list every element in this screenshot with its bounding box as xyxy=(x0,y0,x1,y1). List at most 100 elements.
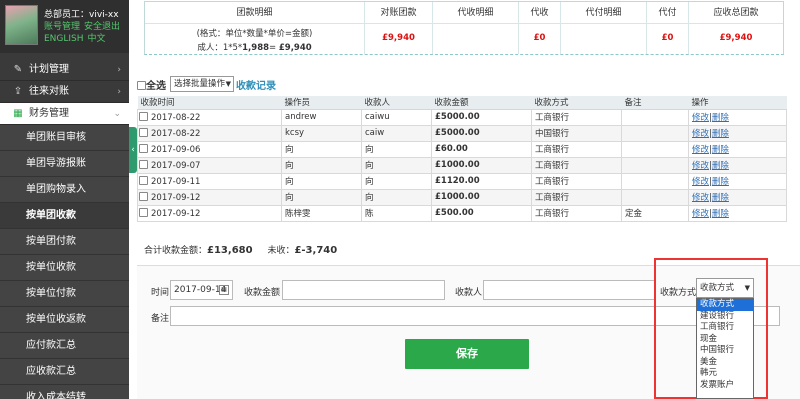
delete-link[interactable]: 删除 xyxy=(712,177,729,187)
payee-cell: 陈 xyxy=(361,204,432,222)
dropdown-option[interactable]: 收款方式 xyxy=(697,299,753,311)
select-all-checkbox[interactable] xyxy=(137,81,146,90)
table-row: 2017-08-22 kcsy caiw £5000.00 中国银行 修改|删除 xyxy=(137,124,787,142)
amount-cell: £1000.00 xyxy=(431,188,532,206)
col-header: 收款金额 xyxy=(431,96,532,110)
delete-link[interactable]: 删除 xyxy=(712,209,729,219)
user-box: 总部员工：vivi-xx 账号管理 安全退出 ENGLISH 中文 xyxy=(0,0,129,53)
amount-input[interactable] xyxy=(282,280,445,300)
summary-header: 代收 xyxy=(519,2,560,24)
payee-input[interactable] xyxy=(483,280,655,300)
chevron-right-icon: › xyxy=(117,87,121,97)
dropdown-option[interactable]: 建设银行 xyxy=(697,311,753,323)
edit-link[interactable]: 修改 xyxy=(692,209,709,219)
row-checkbox[interactable] xyxy=(139,159,148,169)
date-cell: 2017-09-12 xyxy=(137,188,282,206)
menu-finance[interactable]: ▦ 财务管理 ⌄ xyxy=(0,103,129,125)
summary-collect-detail-col: 代收明细 xyxy=(433,2,519,54)
summary-header: 团款明细 xyxy=(145,2,364,24)
delete-link[interactable]: 删除 xyxy=(712,113,729,123)
menu-plan-label: 计划管理 xyxy=(29,64,69,75)
money-icon: ▦ xyxy=(13,108,23,119)
time-label: 时间 xyxy=(151,288,170,298)
menu-plan[interactable]: ✎ 计划管理 › xyxy=(0,59,129,81)
action-cell: 修改|删除 xyxy=(688,172,787,190)
summary-header: 代付明细 xyxy=(561,2,646,24)
col-header: 收款方式 xyxy=(531,96,622,110)
row-checkbox[interactable] xyxy=(139,175,148,185)
delete-link[interactable]: 删除 xyxy=(712,193,729,203)
payee-cell: 向 xyxy=(361,140,432,158)
calendar-icon[interactable]: ▦ xyxy=(219,285,229,295)
summary-collect-body: £0 xyxy=(519,24,560,54)
note-cell xyxy=(621,108,689,126)
date-input[interactable]: 2017-09-14 ▦ xyxy=(170,280,233,300)
dropdown-option[interactable]: 韩元 xyxy=(697,368,753,380)
date-value: 2017-09-06 xyxy=(151,144,201,155)
edit-icon: ✎ xyxy=(13,64,23,75)
batch-action-select[interactable]: 选择批量操作 ▼ xyxy=(170,76,234,92)
delete-link[interactable]: 删除 xyxy=(712,129,729,139)
language-switch: ENGLISH 中文 xyxy=(44,31,110,44)
edit-link[interactable]: 修改 xyxy=(692,161,709,171)
row-checkbox[interactable] xyxy=(139,191,148,201)
payment-method-select[interactable]: 收款方式 ▼ xyxy=(696,278,754,298)
dropdown-option[interactable]: 现金 xyxy=(697,334,753,346)
sidebar-item-unit-payment[interactable]: 按单位付款 xyxy=(0,281,129,307)
operator-cell: andrew xyxy=(281,108,362,126)
col-header: 收款人 xyxy=(361,96,432,110)
summary-pay-col: 代付 £0 xyxy=(647,2,689,54)
save-button[interactable]: 保存 xyxy=(405,339,529,369)
method-cell: 工商银行 xyxy=(531,204,622,222)
amount-cell: £60.00 xyxy=(431,140,532,158)
date-value: 2017-09-12 xyxy=(151,192,201,203)
delete-link[interactable]: 删除 xyxy=(712,145,729,155)
sidebar-item-shopping-entry[interactable]: 单团购物录入 xyxy=(0,177,129,203)
method-cell: 工商银行 xyxy=(531,156,622,174)
row-checkbox[interactable] xyxy=(139,207,148,217)
col-header: 操作员 xyxy=(281,96,362,110)
edit-link[interactable]: 修改 xyxy=(692,129,709,139)
dropdown-option[interactable]: 美金 xyxy=(697,357,753,369)
date-cell: 2017-08-22 xyxy=(137,124,282,142)
dropdown-option[interactable]: 工商银行 xyxy=(697,322,753,334)
dropdown-option[interactable]: 发票账户 xyxy=(697,380,753,392)
amount-cell: £5000.00 xyxy=(431,108,532,126)
edit-link[interactable]: 修改 xyxy=(692,193,709,203)
payee-cell: 向 xyxy=(361,188,432,206)
edit-link[interactable]: 修改 xyxy=(692,177,709,187)
lang-english-link[interactable]: ENGLISH xyxy=(44,34,84,44)
chevron-down-icon: ▼ xyxy=(744,284,750,292)
sidebar-item-unit-collection[interactable]: 按单位收款 xyxy=(0,255,129,281)
chevron-right-icon: › xyxy=(117,65,121,75)
summary-formula: (格式：单位*数量*单价=金额) xyxy=(196,29,313,39)
menu-reconcile[interactable]: ⇪ 往来对账 › xyxy=(0,81,129,103)
sidebar-item-cost-transfer[interactable]: 收入成本结转 xyxy=(0,385,129,399)
lang-chinese-link[interactable]: 中文 xyxy=(88,34,106,44)
sidebar-item-guide-report[interactable]: 单团导游报账 xyxy=(0,151,129,177)
sidebar-item-unit-refund[interactable]: 按单位收返款 xyxy=(0,307,129,333)
sidebar-collapse-handle[interactable]: ‹ xyxy=(129,127,137,173)
select-all[interactable]: 全选 xyxy=(137,77,166,92)
edit-link[interactable]: 修改 xyxy=(692,113,709,123)
summary-detail-label: 成人：1*5* xyxy=(197,43,243,53)
action-cell: 修改|删除 xyxy=(688,124,787,142)
menu-reconcile-label: 往来对账 xyxy=(29,86,69,97)
sidebar-item-receivable-summary[interactable]: 应收款汇总 xyxy=(0,359,129,385)
row-checkbox[interactable] xyxy=(139,127,148,137)
sidebar-item-group-audit[interactable]: 单团账目审核 xyxy=(0,125,129,151)
table-row: 2017-08-22 andrew caiwu £5000.00 工商银行 修改|删除 xyxy=(137,108,787,126)
summary-detail-total: £9,940 xyxy=(278,43,312,53)
sidebar-item-group-payment[interactable]: 按单团付款 xyxy=(0,229,129,255)
chevron-left-icon: ‹ xyxy=(131,145,135,155)
note-cell xyxy=(621,172,689,190)
amount-cell: £1000.00 xyxy=(431,156,532,174)
sidebar-item-group-collection[interactable]: 按单团收款 xyxy=(0,203,129,229)
sidebar-item-payable-summary[interactable]: 应付款汇总 xyxy=(0,333,129,359)
chevron-down-icon: ⌄ xyxy=(113,109,121,119)
row-checkbox[interactable] xyxy=(139,111,148,121)
delete-link[interactable]: 删除 xyxy=(712,161,729,171)
edit-link[interactable]: 修改 xyxy=(692,145,709,155)
row-checkbox[interactable] xyxy=(139,143,148,153)
dropdown-option[interactable]: 中国银行 xyxy=(697,345,753,357)
